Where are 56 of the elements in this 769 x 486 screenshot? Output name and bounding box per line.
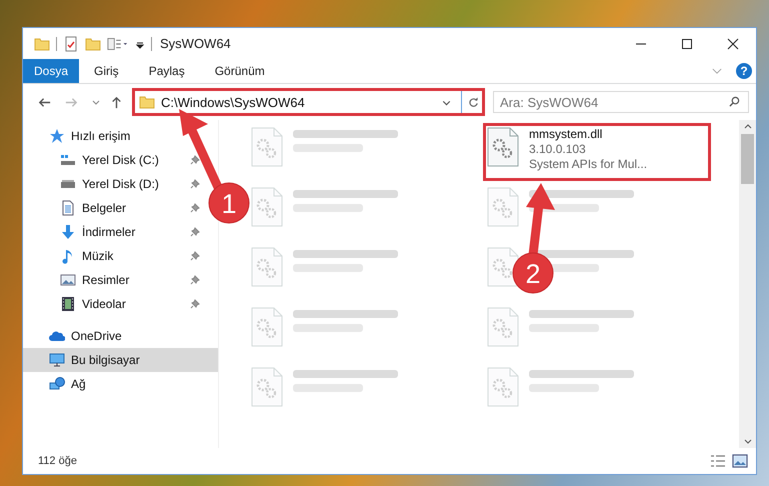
callout-badge: 2 bbox=[512, 252, 554, 294]
search-field[interactable]: Ara: SysWOW64 bbox=[493, 91, 749, 113]
ribbon-tab[interactable]: Giriş bbox=[79, 59, 134, 83]
item-count: 112 öğe bbox=[38, 455, 77, 467]
expand-ribbon-icon[interactable] bbox=[712, 68, 722, 74]
callout-badge: 1 bbox=[208, 182, 250, 224]
file-tile[interactable]: mmsystem.dll 3.10.0.103 System APIs for Mul... bbox=[483, 123, 711, 181]
gear-file-icon bbox=[487, 367, 519, 407]
address-path: C:\Windows\SysWOW64 bbox=[161, 94, 306, 110]
address-bar[interactable]: C:\Windows\SysWOW64 bbox=[132, 88, 485, 116]
ribbon-tab[interactable]: Görünüm bbox=[200, 59, 280, 83]
scrollbar[interactable] bbox=[739, 120, 756, 448]
refresh-icon[interactable] bbox=[468, 96, 479, 108]
file-menu-tab[interactable]: Dosya bbox=[23, 59, 80, 83]
nav-item[interactable]: Resimler bbox=[23, 268, 204, 292]
nav-item[interactable]: OneDrive bbox=[23, 324, 204, 348]
search-icon bbox=[729, 96, 740, 107]
picture-icon bbox=[60, 272, 76, 288]
large-icons-view-icon[interactable] bbox=[732, 454, 748, 468]
close-icon bbox=[727, 38, 739, 50]
properties-icon[interactable] bbox=[63, 36, 79, 52]
gear-file-icon bbox=[251, 367, 283, 407]
drive-icon bbox=[60, 152, 76, 168]
nav-item[interactable]: Hızlı erişim bbox=[23, 124, 204, 148]
star-icon bbox=[49, 128, 65, 144]
scrollbar-thumb[interactable] bbox=[741, 134, 754, 184]
file-detail: 3.10.0.103 bbox=[529, 142, 587, 157]
gear-file-icon bbox=[487, 307, 519, 347]
nav-item[interactable]: Videolar bbox=[23, 292, 204, 316]
file-name: mmsystem.dll bbox=[529, 127, 604, 142]
help-button[interactable]: ? bbox=[736, 63, 752, 79]
network-icon bbox=[49, 376, 65, 392]
gear-file-icon bbox=[487, 187, 519, 227]
ribbon-tab[interactable]: Paylaş bbox=[134, 59, 200, 83]
nav-item[interactable]: Yerel Disk (D:) bbox=[23, 172, 204, 196]
nav-item[interactable]: Bu bilgisayar bbox=[23, 348, 218, 372]
nav-item[interactable]: İndirmeler bbox=[23, 220, 204, 244]
nav-item[interactable]: Yerel Disk (C:) bbox=[23, 148, 204, 172]
file-detail: System APIs for Mul... bbox=[529, 157, 648, 172]
folder-icon bbox=[139, 94, 155, 110]
download-arrow-icon bbox=[60, 224, 76, 240]
gear-file-icon bbox=[487, 127, 519, 167]
document-icon bbox=[60, 200, 76, 216]
details-view-icon[interactable] bbox=[710, 454, 726, 468]
maximize-icon bbox=[681, 38, 693, 50]
gear-file-icon bbox=[251, 127, 283, 167]
monitor-icon bbox=[49, 352, 65, 368]
nav-item[interactable]: Ağ bbox=[23, 372, 204, 396]
view-options-icon[interactable] bbox=[107, 36, 129, 52]
film-icon bbox=[60, 296, 76, 312]
window-title: SysWOW64 bbox=[160, 36, 231, 51]
nav-item[interactable]: Müzik bbox=[23, 244, 204, 268]
nav-item[interactable]: Belgeler bbox=[23, 196, 204, 220]
gear-file-icon bbox=[251, 307, 283, 347]
gear-file-icon bbox=[251, 187, 283, 227]
gear-file-icon bbox=[251, 247, 283, 287]
